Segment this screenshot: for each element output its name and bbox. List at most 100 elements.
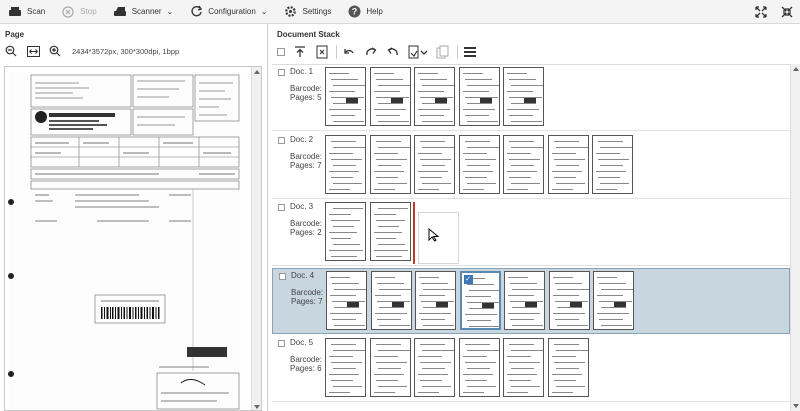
page-thumbnail[interactable] bbox=[325, 338, 366, 397]
chevron-down-icon: ⌄ bbox=[260, 7, 268, 16]
document-page-count: Pages: 7 bbox=[291, 297, 323, 306]
document-barcode: Barcode: bbox=[290, 152, 323, 161]
punch-hole bbox=[8, 273, 14, 279]
stop-label: Stop bbox=[80, 7, 97, 16]
document-stack-title: Document Stack bbox=[277, 30, 340, 39]
page-thumbnail[interactable] bbox=[458, 135, 500, 194]
page-action-dropdown[interactable] bbox=[407, 44, 429, 60]
scroll-up-icon[interactable] bbox=[793, 67, 799, 71]
document-name: Doc. 1 bbox=[290, 67, 314, 76]
page-thumbnail[interactable] bbox=[415, 271, 456, 330]
page-panel-title: Page bbox=[5, 30, 25, 39]
toolbar-divider bbox=[336, 45, 337, 59]
document-checkbox[interactable] bbox=[278, 204, 285, 211]
zoom-in-icon[interactable] bbox=[48, 44, 62, 58]
page-thumbnail[interactable] bbox=[458, 338, 500, 397]
scanned-page-image bbox=[8, 71, 241, 410]
stack-tools bbox=[276, 44, 484, 60]
page-preview[interactable] bbox=[4, 66, 262, 411]
zoom-out-icon[interactable] bbox=[4, 44, 18, 58]
rotate-180-icon[interactable] bbox=[341, 44, 357, 60]
page-tools: 2434*3572px, 300*300dpi, 1bpp bbox=[4, 44, 179, 58]
page-thumbnail[interactable] bbox=[547, 338, 589, 397]
document-barcode: Barcode: bbox=[290, 219, 323, 228]
menu-icon[interactable] bbox=[462, 44, 478, 60]
page-thumbnail[interactable] bbox=[414, 135, 455, 194]
document-barcode: Barcode: bbox=[290, 355, 323, 364]
page-thumbnail[interactable] bbox=[369, 202, 411, 261]
page-thumbnail[interactable] bbox=[458, 67, 500, 126]
gear-icon bbox=[284, 5, 298, 19]
page-thumbnail[interactable]: ✓ bbox=[459, 271, 501, 330]
delete-page-icon[interactable] bbox=[314, 44, 330, 60]
page-thumbnail[interactable] bbox=[369, 67, 411, 126]
document-name: Doc. 3 bbox=[290, 202, 314, 211]
page-thumbnail[interactable] bbox=[592, 135, 633, 194]
page-thumbnail[interactable] bbox=[370, 271, 412, 330]
help-icon: ? bbox=[347, 5, 361, 19]
page-panel: Page 2434*3572px, 300*300dpi, 1bpp bbox=[0, 24, 268, 411]
document-row[interactable]: Doc. 1 Barcode: Pages: 5 bbox=[272, 65, 790, 131]
document-checkbox[interactable] bbox=[278, 69, 285, 76]
document-name: Doc. 2 bbox=[290, 135, 314, 144]
document-checkbox[interactable] bbox=[278, 137, 285, 144]
refresh-config-icon bbox=[189, 5, 203, 19]
document-checkbox[interactable] bbox=[279, 273, 286, 280]
svg-text:?: ? bbox=[352, 7, 358, 17]
page-thumbnail[interactable] bbox=[414, 338, 455, 397]
scroll-down-icon[interactable] bbox=[793, 404, 799, 408]
help-button[interactable]: ? Help bbox=[339, 0, 390, 24]
document-checkbox[interactable] bbox=[278, 340, 285, 347]
scanner-dropdown[interactable]: Scanner ⌄ bbox=[105, 0, 182, 24]
page-thumbnail[interactable] bbox=[325, 202, 366, 261]
page-thumbnail[interactable] bbox=[548, 271, 590, 330]
page-thumbnail[interactable] bbox=[369, 338, 411, 397]
settings-button[interactable]: Settings bbox=[276, 0, 340, 24]
stop-button[interactable]: Stop bbox=[53, 0, 104, 24]
page-thumbnail[interactable] bbox=[504, 271, 545, 330]
scanner-label: Scanner bbox=[131, 7, 162, 16]
page-thumbnail[interactable] bbox=[325, 67, 366, 126]
scanner-device-icon bbox=[113, 5, 127, 19]
scan-label: Scan bbox=[27, 7, 46, 16]
page-thumbnail[interactable] bbox=[503, 67, 544, 126]
punch-hole bbox=[8, 371, 14, 377]
document-row[interactable]: Doc. 3 Barcode: Pages: 2 bbox=[272, 200, 790, 266]
page-thumbnail[interactable] bbox=[326, 271, 367, 330]
page-thumbnail[interactable] bbox=[547, 135, 589, 194]
expand-icon[interactable] bbox=[748, 0, 774, 24]
scroll-up-icon[interactable] bbox=[254, 70, 260, 74]
rotate-right-icon[interactable] bbox=[363, 44, 379, 60]
scan-button[interactable]: Scan bbox=[0, 0, 53, 24]
settings-label: Settings bbox=[302, 7, 332, 16]
document-page-count: Pages: 6 bbox=[290, 364, 322, 373]
selected-check-icon[interactable]: ✓ bbox=[463, 275, 473, 284]
scroll-down-icon[interactable] bbox=[254, 405, 260, 409]
document-row[interactable]: Doc. 4 Barcode: Pages: 7 ✓ bbox=[272, 268, 790, 334]
page-thumbnail[interactable] bbox=[414, 67, 455, 126]
rotate-left-icon[interactable] bbox=[385, 44, 401, 60]
drop-position-marker bbox=[413, 202, 415, 264]
punch-hole bbox=[8, 199, 14, 205]
stack-scrollbar[interactable] bbox=[790, 64, 800, 411]
scanner-icon bbox=[8, 5, 22, 19]
copy-pages-icon[interactable] bbox=[435, 44, 451, 60]
page-scrollbar[interactable] bbox=[251, 67, 261, 410]
page-thumbnail[interactable] bbox=[593, 271, 634, 330]
mouse-cursor-icon bbox=[428, 228, 440, 242]
page-thumbnail[interactable] bbox=[503, 338, 544, 397]
page-thumbnail[interactable] bbox=[503, 135, 544, 194]
split-icon[interactable] bbox=[292, 44, 308, 60]
document-row[interactable]: Doc. 5 Barcode: Pages: 6 bbox=[272, 336, 790, 402]
configuration-dropdown[interactable]: Configuration ⌄ bbox=[181, 0, 275, 24]
fit-width-icon[interactable] bbox=[26, 44, 40, 58]
select-all-checkbox[interactable] bbox=[276, 44, 286, 60]
document-page-count: Pages: 7 bbox=[290, 161, 322, 170]
document-row[interactable]: Doc. 2 Barcode: Pages: 7 bbox=[272, 133, 790, 199]
page-thumbnail[interactable] bbox=[325, 135, 366, 194]
document-name: Doc. 5 bbox=[290, 338, 314, 347]
document-name: Doc. 4 bbox=[291, 271, 315, 280]
page-thumbnail[interactable] bbox=[369, 135, 411, 194]
collapse-icon[interactable] bbox=[774, 0, 800, 24]
document-barcode: Barcode: bbox=[290, 84, 323, 93]
